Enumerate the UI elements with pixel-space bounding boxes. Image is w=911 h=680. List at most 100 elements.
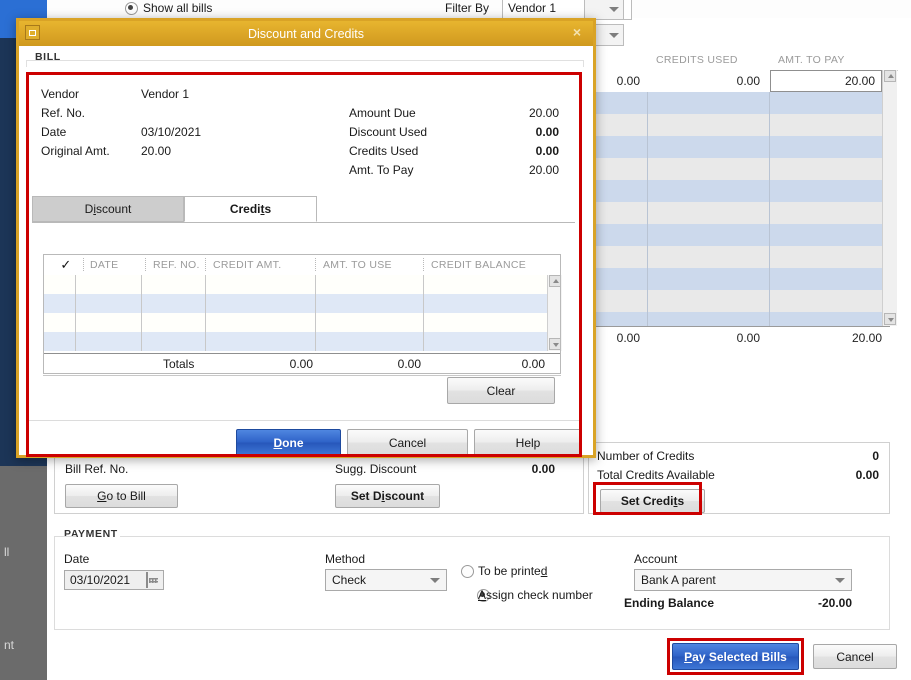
clear-label: Clear — [487, 384, 516, 398]
dialog-cancel-label: Cancel — [389, 436, 426, 450]
ending-balance-label: Ending Balance — [624, 596, 714, 610]
discount-and-credits-dialog: Discount and Credits × BILL Vendor Vendo… — [16, 18, 596, 458]
clear-button[interactable]: Clear — [447, 377, 555, 404]
scroll-down-icon[interactable] — [884, 313, 896, 325]
bills-grid-scrollbar[interactable] — [882, 70, 897, 326]
payment-method-value: Check — [332, 573, 366, 587]
footer-cancel-label: Cancel — [836, 650, 873, 664]
bill-original-amt-label: Original Amt. — [41, 144, 110, 158]
scroll-up-icon[interactable] — [884, 70, 896, 82]
chevron-down-icon — [609, 33, 619, 38]
number-of-credits-label: Number of Credits — [597, 449, 694, 463]
chevron-down-icon — [835, 578, 845, 583]
filter-by-dropdown-button[interactable] — [584, 0, 624, 20]
table-row[interactable] — [43, 313, 547, 332]
done-button[interactable]: Done — [236, 429, 341, 456]
sugg-discount-label: Sugg. Discount — [335, 462, 416, 476]
done-label: Done — [273, 436, 303, 450]
set-credits-label: Set Credits — [621, 494, 684, 508]
help-button[interactable]: Help — [474, 429, 582, 456]
grid-divider — [769, 92, 770, 326]
number-of-credits-value: 0 — [789, 449, 879, 463]
bill-credits-used-value: 0.00 — [459, 144, 559, 158]
total-credits-used: 0.00 — [648, 331, 760, 345]
credits-grid-totals-row: Totals 0.00 0.00 0.00 — [43, 353, 561, 376]
pay-selected-bills-button[interactable]: Pay Selected Bills — [672, 643, 799, 670]
table-row[interactable] — [43, 275, 547, 294]
credits-grid-header: ✓ DATE REF. NO. CREDIT AMT. AMT. TO USE … — [43, 254, 561, 276]
cell-amt-to-pay: 20.00 — [771, 74, 875, 88]
help-label: Help — [516, 436, 541, 450]
to-be-printed-radio[interactable] — [461, 565, 474, 578]
payment-method-label: Method — [325, 552, 365, 566]
payment-date-value: 03/10/2021 — [70, 573, 130, 587]
set-credits-button[interactable]: Set Credits — [600, 489, 705, 513]
to-be-printed-label: To be printed — [478, 564, 547, 578]
payment-account-select[interactable]: Bank A parent — [634, 569, 852, 591]
grid-divider — [647, 92, 648, 326]
bills-grid-header-amt-to-pay: AMT. TO PAY — [770, 50, 898, 71]
table-row[interactable] — [43, 294, 547, 313]
total-credits-available-value: 0.00 — [789, 468, 879, 482]
close-icon[interactable]: × — [569, 24, 585, 40]
credits-col-credit-balance: CREDIT BALANCE — [431, 254, 526, 275]
bill-discount-used-value: 0.00 — [459, 125, 559, 139]
show-all-bills-label: Show all bills — [143, 1, 212, 15]
bill-credits-used-label: Credits Used — [349, 144, 418, 158]
bills-grid-header-credits-used: CREDITS USED — [648, 50, 776, 71]
discount-info-panel: Bill Ref. No. Go to Bill Sugg. Discount … — [54, 452, 584, 514]
credits-total-credit-amt: 0.00 — [215, 357, 313, 371]
bill-vendor-label: Vendor — [41, 87, 79, 101]
tab-discount[interactable]: Discount — [32, 196, 184, 222]
payment-method-select[interactable]: Check — [325, 569, 447, 591]
dialog-actions-divider — [26, 420, 582, 421]
dialog-cancel-button[interactable]: Cancel — [347, 429, 468, 456]
bill-original-amt-value: 20.00 — [141, 144, 171, 158]
cell-amt-to-pay-input[interactable]: 20.00 — [770, 70, 882, 92]
footer-cancel-button[interactable]: Cancel — [813, 644, 897, 669]
pay-selected-bills-label: Pay Selected Bills — [684, 650, 787, 664]
ending-balance-value: -20.00 — [760, 596, 852, 610]
go-to-bill-label: Go to Bill — [97, 489, 146, 503]
credits-grid-scrollbar[interactable] — [547, 275, 562, 351]
set-discount-button[interactable]: Set Discount — [335, 484, 440, 508]
show-all-bills-radio[interactable] — [125, 2, 138, 15]
chevron-down-icon — [609, 7, 619, 12]
sugg-discount-value: 0.00 — [485, 462, 555, 476]
payment-account-label: Account — [634, 552, 677, 566]
credits-col-ref-no: REF. NO. — [153, 254, 200, 275]
tabstrip-baseline — [32, 222, 575, 223]
credits-col-credit-amt: CREDIT AMT. — [213, 254, 281, 275]
scroll-down-icon[interactable] — [549, 338, 561, 350]
calendar-icon[interactable] — [146, 573, 148, 587]
credits-info-panel: Number of Credits 0 Total Credits Availa… — [588, 442, 890, 514]
credits-check-column-icon: ✓ — [53, 254, 79, 275]
sidebar-item-label-1: ll — [4, 545, 9, 559]
dialog-title: Discount and Credits — [19, 27, 593, 41]
go-to-bill-button[interactable]: Go to Bill — [65, 484, 178, 508]
filter-by-label: Filter By — [445, 1, 489, 15]
scroll-up-icon[interactable] — [549, 275, 561, 287]
credits-col-date: DATE — [90, 254, 118, 275]
tab-credits-label: Credits — [230, 202, 271, 216]
fieldset-edge-right — [120, 536, 890, 537]
assign-check-number-label: Assign check number — [478, 588, 593, 602]
set-discount-label: Set Discount — [351, 489, 424, 503]
bill-date-value: 03/10/2021 — [141, 125, 201, 139]
credits-totals-label: Totals — [163, 357, 194, 371]
table-row[interactable] — [43, 332, 547, 351]
bill-amount-due-label: Amount Due — [349, 106, 416, 120]
credits-total-credit-balance: 0.00 — [433, 357, 545, 371]
bill-fieldset — [26, 60, 584, 67]
credits-total-amt-to-use: 0.00 — [325, 357, 421, 371]
dialog-title-bar[interactable]: Discount and Credits × — [19, 21, 593, 46]
dialog-body: BILL Vendor Vendor 1 Ref. No. Date 03/10… — [19, 46, 593, 455]
tab-credits[interactable]: Credits — [184, 196, 317, 222]
fieldset-edge-left — [54, 536, 76, 537]
bill-discount-used-label: Discount Used — [349, 125, 427, 139]
credits-grid: ✓ DATE REF. NO. CREDIT AMT. AMT. TO USE … — [43, 254, 561, 381]
bill-amt-to-pay-value: 20.00 — [459, 163, 559, 177]
bill-vendor-value: Vendor 1 — [141, 87, 189, 101]
tab-discount-label: Discount — [85, 202, 132, 216]
bill-date-label: Date — [41, 125, 66, 139]
